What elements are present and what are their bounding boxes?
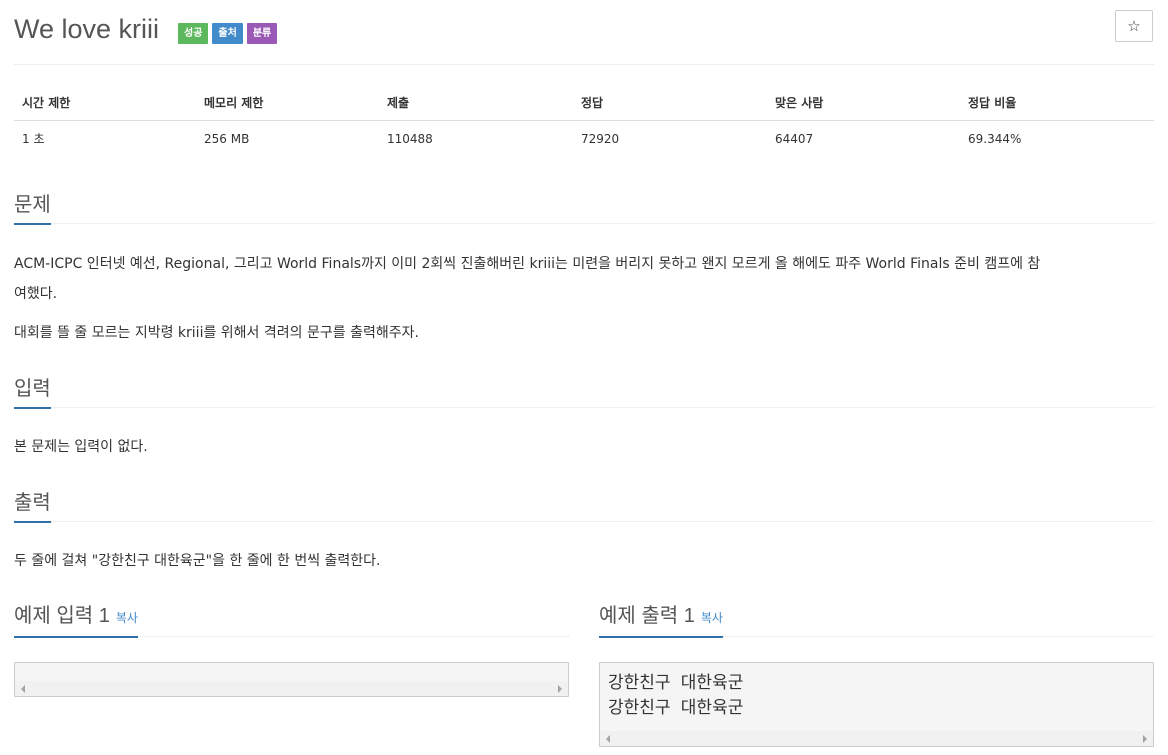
memory-limit-value: 256 MB [204,131,250,146]
sample-input-title: 예제 입력 1 [14,605,110,627]
divider [14,64,1154,65]
sample-output-line-1: 강한친구 대한육군 [608,673,744,693]
scroll-left-icon[interactable] [21,685,25,693]
horizontal-scrollbar[interactable] [600,731,1153,746]
table-header-row: 시간 제한 메모리 제한 제출 정답 맞은 사람 정답 비율 [14,84,1154,121]
header-submissions: 제출 [379,84,573,121]
tags-label[interactable]: 분류 [246,23,278,44]
table-row: 1 초 256 MB 110488 72920 64407 69.344% [14,121,1154,157]
output-heading: 출력 [14,491,51,523]
header-accept-ratio: 정답 비율 [960,84,1154,121]
solved-users-value: 64407 [775,131,814,146]
scroll-right-icon[interactable] [558,685,562,693]
input-paragraph: 본 문제는 입력이 없다. [14,439,148,455]
problem-page: We love kriii 성공 출처 분류 ☆ 시간 제한 메모리 제한 제출… [14,0,1154,755]
scroll-right-icon[interactable] [1143,735,1147,743]
description-paragraph-2: 대회를 뜰 줄 모르는 지박령 kriii를 위해서 격려의 문구를 출력해주자… [14,325,419,341]
accept-ratio-value: 69.344% [968,131,1022,146]
problem-header: We love kriii 성공 출처 분류 ☆ [14,6,1154,50]
description-headline: 문제 [14,183,1154,225]
output-paragraph: 두 줄에 걸쳐 "강한친구 대한육군"을 한 줄에 한 번씩 출력한다. [14,553,381,569]
submissions-value: 110488 [387,131,433,146]
time-limit-value: 1 초 [22,132,45,146]
sample-output-line-2: 강한친구 대한육군 [608,698,744,718]
sample-input-heading: 예제 입력 1 복사 [14,604,138,638]
copy-sample-input-button[interactable]: 복사 [116,611,138,625]
source-label[interactable]: 출처 [212,23,243,44]
description-paragraph-1: ACM-ICPC 인터넷 예선, Regional, 그리고 World Fin… [14,249,1154,309]
header-time-limit: 시간 제한 [14,84,196,121]
copy-sample-output-button[interactable]: 복사 [701,611,723,625]
input-headline: 입력 [14,367,1154,409]
sample-output-title: 예제 출력 1 [599,605,695,627]
header-solved-users: 맞은 사람 [767,84,960,121]
favorite-button[interactable]: ☆ [1115,10,1153,42]
scroll-left-icon[interactable] [606,735,610,743]
problem-info-table: 시간 제한 메모리 제한 제출 정답 맞은 사람 정답 비율 1 초 256 M… [14,84,1154,156]
success-label[interactable]: 성공 [178,23,209,44]
sample-input-headline: 예제 입력 1 복사 [14,596,569,638]
sample-output-box[interactable]: 강한친구 대한육군 강한친구 대한육군 [599,662,1154,747]
horizontal-scrollbar[interactable] [15,681,568,696]
star-icon: ☆ [1127,17,1141,35]
header-memory-limit: 메모리 제한 [196,84,379,121]
description-line-1: ACM-ICPC 인터넷 예선, Regional, 그리고 World Fin… [14,256,1041,272]
header-accepted: 정답 [573,84,767,121]
description-heading: 문제 [14,193,51,225]
description-line-2: 여했다. [14,286,58,302]
problem-title: We love kriii [14,14,160,44]
sample-output-headline: 예제 출력 1 복사 [599,596,1154,638]
sample-output-content: 강한친구 대한육군 강한친구 대한육군 [608,671,743,721]
accepted-value: 72920 [581,131,620,146]
input-heading: 입력 [14,377,51,409]
sample-input-box[interactable] [14,662,569,697]
output-headline: 출력 [14,481,1154,523]
sample-output-heading: 예제 출력 1 복사 [599,604,723,638]
problem-labels: 성공 출처 분류 [178,23,278,44]
